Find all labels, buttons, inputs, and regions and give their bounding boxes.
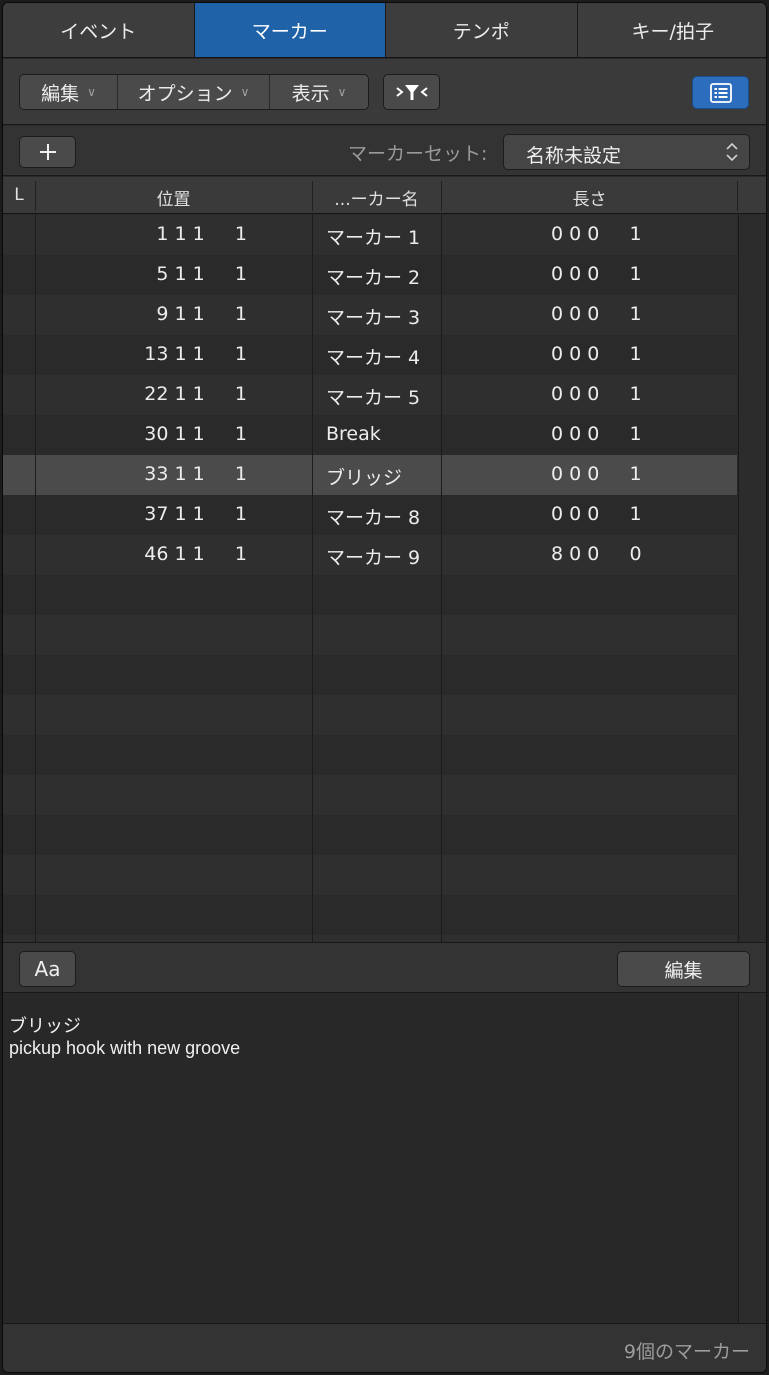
options-menu-label: オプション xyxy=(137,82,233,105)
column-header-lock[interactable]: L xyxy=(3,185,35,205)
cell-length: 0 0 0 1 xyxy=(551,463,642,485)
cell-marker-name: マーカー 3 xyxy=(326,307,421,329)
cell-length: 0 0 0 1 xyxy=(551,263,642,285)
options-menu[interactable]: オプション ∨ xyxy=(118,75,270,109)
list-view-icon xyxy=(709,82,732,103)
cell-position: 46 1 1 1 xyxy=(144,543,247,565)
chevron-down-icon: ∨ xyxy=(240,85,250,99)
cell-position: 9 1 1 1 xyxy=(156,303,247,325)
cell-position: 22 1 1 1 xyxy=(144,383,247,405)
chevron-down-icon: ∨ xyxy=(87,85,96,99)
cell-length: 0 0 0 1 xyxy=(551,303,642,325)
table-scrollbar[interactable] xyxy=(738,215,766,942)
empty-row xyxy=(3,695,737,735)
notes-text: pickup hook with new groove xyxy=(9,1038,241,1058)
table-row[interactable]: 5 1 1 1 マーカー 2 0 0 0 1 xyxy=(3,255,737,295)
cell-marker-name: マーカー 4 xyxy=(326,347,421,369)
marker-list-window: イベント マーカー テンポ キー/拍子 編集 ∨ オプション ∨ 表示 ∨ マー… xyxy=(2,2,767,1373)
table-row[interactable]: 22 1 1 1 マーカー 5 0 0 0 1 xyxy=(3,375,737,415)
table-header: L 位置 ...ーカー名 長さ xyxy=(3,177,766,214)
cell-position: 5 1 1 1 xyxy=(156,263,247,285)
cell-length: 0 0 0 1 xyxy=(551,383,642,405)
view-menu-label: 表示 xyxy=(291,82,330,105)
empty-row xyxy=(3,855,737,895)
marker-set-value: 名称未設定 xyxy=(526,145,622,167)
empty-row xyxy=(3,895,737,935)
marker-set-label: マーカーセット: xyxy=(348,143,488,165)
marker-set-bar: マーカーセット: 名称未設定 xyxy=(3,126,766,176)
marker-table: L 位置 ...ーカー名 長さ 1 1 1 1 マーカー 10 0 0 15 1 … xyxy=(3,177,766,942)
table-row[interactable]: 33 1 1 1 ブリッジ 0 0 0 1 xyxy=(3,455,737,495)
view-menu[interactable]: 表示 ∨ xyxy=(270,75,368,109)
cell-position: 1 1 1 1 xyxy=(156,223,247,245)
notes-toolbar: Aa 編集 xyxy=(3,942,766,993)
cell-position: 33 1 1 1 xyxy=(144,463,247,485)
edit-notes-button[interactable]: 編集 xyxy=(617,951,750,987)
column-header-marker-name[interactable]: ...ーカー名 xyxy=(312,185,441,210)
marker-set-select[interactable]: 名称未設定 xyxy=(503,134,750,170)
empty-row xyxy=(3,775,737,815)
cell-length: 0 0 0 1 xyxy=(551,343,642,365)
empty-row xyxy=(3,655,737,695)
tab-event[interactable]: イベント xyxy=(3,3,195,57)
font-button[interactable]: Aa xyxy=(19,951,76,987)
list-view-button[interactable] xyxy=(692,76,749,109)
cell-length: 0 0 0 1 xyxy=(551,223,642,245)
empty-row xyxy=(3,575,737,615)
cell-marker-name: マーカー 9 xyxy=(326,547,421,569)
add-marker-button[interactable] xyxy=(19,136,76,168)
cell-marker-name: Break xyxy=(326,423,381,445)
tab-key-signature[interactable]: キー/拍子 xyxy=(578,3,767,57)
catch-filter-icon xyxy=(395,85,428,100)
table-row[interactable]: 37 1 1 1 マーカー 8 0 0 0 1 xyxy=(3,495,737,535)
cell-position: 30 1 1 1 xyxy=(144,423,247,445)
table-row[interactable]: 30 1 1 1 Break 0 0 0 1 xyxy=(3,415,737,455)
plus-icon xyxy=(39,144,56,160)
table-body: 1 1 1 1 マーカー 1 0 0 0 1 5 1 1 1 マーカー 2 0 0 0 1… xyxy=(3,215,737,942)
catch-filter-button[interactable] xyxy=(383,74,440,110)
cell-marker-name: マーカー 1 xyxy=(326,227,421,249)
edit-menu-label: 編集 xyxy=(41,82,80,105)
editor-tabs: イベント マーカー テンポ キー/拍子 xyxy=(3,3,767,58)
notes-scrollbar[interactable] xyxy=(738,993,766,1323)
notes-title: ブリッジ xyxy=(9,1016,81,1036)
cell-marker-name: マーカー 2 xyxy=(326,267,421,289)
menu-group: 編集 ∨ オプション ∨ 表示 ∨ xyxy=(19,74,369,110)
cell-position: 37 1 1 1 xyxy=(144,503,247,525)
empty-row xyxy=(3,815,737,855)
empty-row xyxy=(3,615,737,655)
cell-length: 8 0 0 0 xyxy=(551,543,642,565)
toolbar: 編集 ∨ オプション ∨ 表示 ∨ xyxy=(3,59,766,125)
tab-marker[interactable]: マーカー xyxy=(194,3,386,57)
empty-row xyxy=(3,735,737,775)
cell-marker-name: ブリッジ xyxy=(326,467,403,489)
marker-notes[interactable]: ブリッジ pickup hook with new groove xyxy=(3,993,738,1323)
status-bar: 9個のマーカー xyxy=(3,1323,766,1372)
cell-length: 0 0 0 1 xyxy=(551,503,642,525)
edit-menu[interactable]: 編集 ∨ xyxy=(20,75,118,109)
cell-marker-name: マーカー 5 xyxy=(326,387,421,409)
column-header-position[interactable]: 位置 xyxy=(35,185,312,210)
tab-tempo[interactable]: テンポ xyxy=(386,3,578,57)
table-row[interactable]: 13 1 1 1 マーカー 4 0 0 0 1 xyxy=(3,335,737,375)
column-header-length[interactable]: 長さ xyxy=(441,185,738,210)
chevron-down-icon: ∨ xyxy=(337,85,347,99)
table-row[interactable]: 1 1 1 1 マーカー 1 0 0 0 1 xyxy=(3,215,737,255)
table-row[interactable]: 46 1 1 1 マーカー 9 8 0 0 0 xyxy=(3,535,737,575)
marker-count: 9個のマーカー xyxy=(623,1341,750,1363)
table-row[interactable]: 9 1 1 1 マーカー 3 0 0 0 1 xyxy=(3,295,737,335)
cell-length: 0 0 0 1 xyxy=(551,423,642,445)
cell-position: 13 1 1 1 xyxy=(144,343,247,365)
cell-marker-name: マーカー 8 xyxy=(326,507,421,529)
up-down-chevron-icon xyxy=(726,142,738,162)
empty-row xyxy=(3,935,737,942)
